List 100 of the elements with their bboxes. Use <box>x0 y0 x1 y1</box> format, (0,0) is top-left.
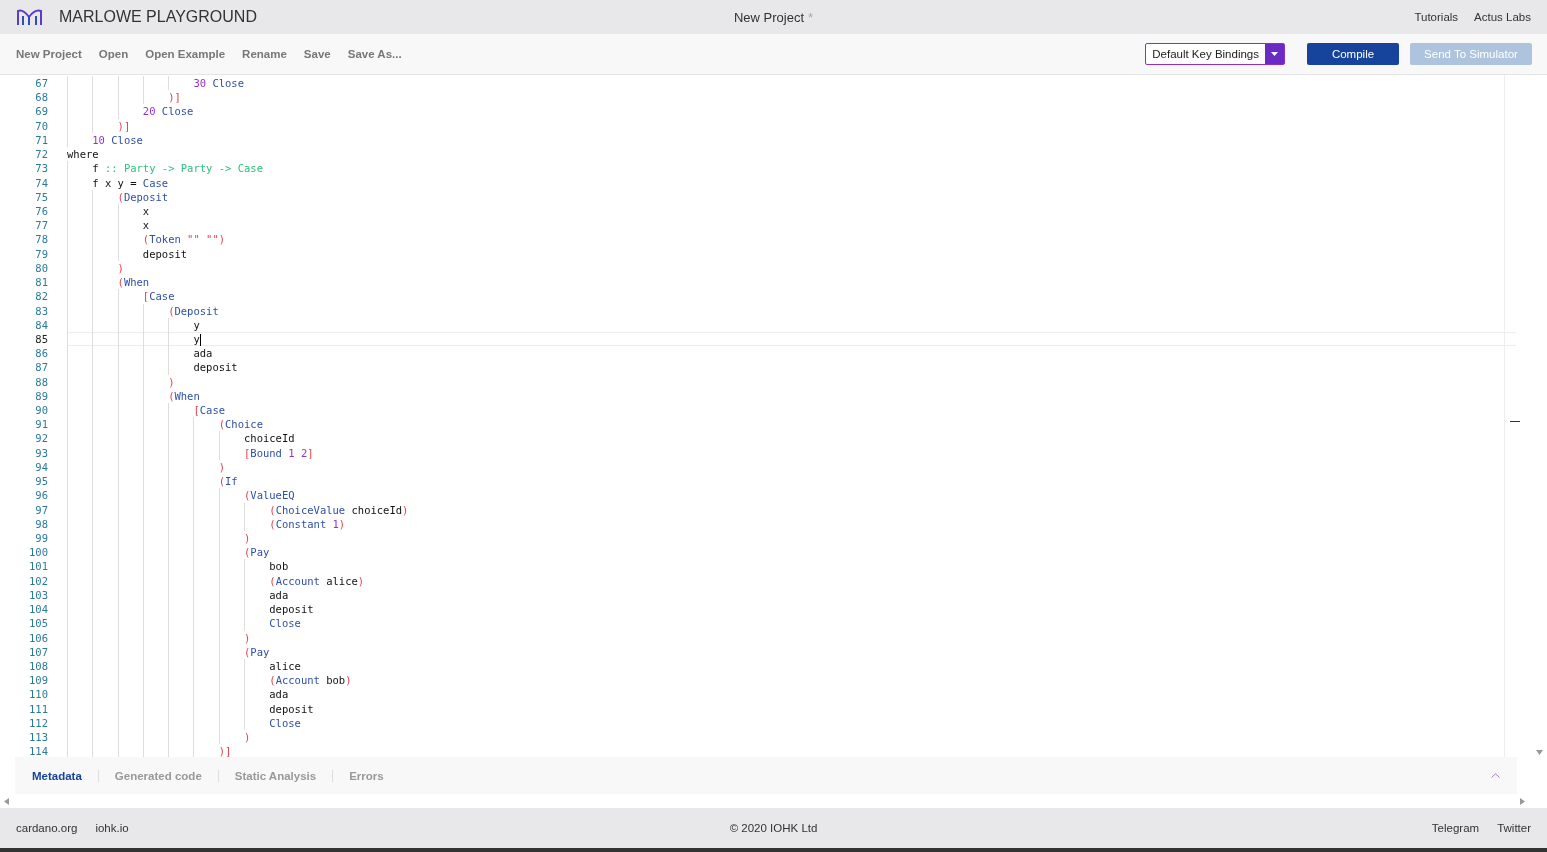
line-number: 77 <box>34 218 48 233</box>
project-title: New Project <box>733 9 804 25</box>
toolbar-action[interactable]: New Project <box>16 48 82 60</box>
code-line: alice <box>67 658 301 674</box>
code-line: ) <box>67 531 251 546</box>
line-number: 106 <box>28 630 48 645</box>
panel-tab[interactable]: Generated code <box>97 769 218 782</box>
code-line: (Pay <box>67 545 270 560</box>
code-line: 20 Close <box>67 104 194 119</box>
code-line: ) <box>67 630 251 645</box>
footer-link[interactable]: Twitter <box>1497 822 1531 834</box>
code-line: deposit <box>67 701 314 716</box>
nav-link[interactable]: Actus Labs <box>1474 11 1531 23</box>
code-line: (When <box>67 275 150 290</box>
code-line: f :: Party -> Party -> Case <box>67 161 263 176</box>
code-line: (Choice <box>67 417 263 432</box>
action-button[interactable]: Compile <box>1307 43 1399 65</box>
line-number: 97 <box>34 502 48 517</box>
panel-tab[interactable]: Static Analysis <box>217 769 333 782</box>
toolbar-action[interactable]: Open Example <box>145 48 226 60</box>
line-number: 100 <box>28 545 48 560</box>
line-number: 86 <box>34 346 48 361</box>
app-name: MARLOWE PLAYGROUND <box>59 8 257 26</box>
code-line: (Pay <box>67 644 270 659</box>
line-number: 82 <box>34 289 48 304</box>
panel-tab[interactable]: Errors <box>332 769 400 782</box>
line-number: 111 <box>28 701 48 716</box>
line-number: 80 <box>34 260 48 276</box>
code-line: (When <box>67 388 200 404</box>
line-number: 98 <box>34 516 48 531</box>
code-line: y <box>67 317 200 332</box>
chevron-up-icon[interactable] <box>1491 773 1500 778</box>
line-number: 112 <box>28 715 48 731</box>
line-number: 88 <box>34 374 48 389</box>
code-line: [Bound 1 2] <box>67 445 314 460</box>
code-line: 10 Close <box>67 132 143 148</box>
line-number: 71 <box>34 132 48 148</box>
line-number: 102 <box>28 573 48 588</box>
code-line: deposit <box>67 360 238 375</box>
line-number: 89 <box>34 388 48 404</box>
line-number: 107 <box>28 644 48 659</box>
scroll-left-icon[interactable] <box>4 797 9 805</box>
line-number: 83 <box>34 303 48 318</box>
code-line: )] <box>67 90 181 105</box>
code-line: )] <box>67 744 232 757</box>
code-line: ) <box>67 459 226 475</box>
line-number: 81 <box>34 275 48 290</box>
code-line: (Deposit <box>67 303 219 318</box>
line-number: 92 <box>34 431 48 446</box>
code-line: f x y = Case <box>67 175 169 190</box>
line-number: 74 <box>34 175 48 190</box>
line-number: 109 <box>28 673 48 688</box>
scroll-down-icon[interactable] <box>1536 750 1543 755</box>
line-number: 113 <box>28 730 48 745</box>
scroll-right-icon[interactable] <box>1520 797 1525 805</box>
code-line: )] <box>67 118 131 133</box>
panel-tab[interactable]: Metadata <box>32 769 98 782</box>
caret-icon <box>1271 52 1278 56</box>
code-line: [Case <box>67 289 175 304</box>
footer-link[interactable]: iohk.io <box>95 822 129 834</box>
toolbar-action[interactable]: Rename <box>242 48 287 60</box>
line-number: 90 <box>34 403 48 418</box>
code-line: (ValueEQ <box>67 488 295 503</box>
code-line: ada <box>67 587 289 603</box>
code-line: ) <box>67 260 124 276</box>
logo-icon <box>16 8 43 26</box>
code-line: (Deposit <box>67 189 169 204</box>
line-number: 70 <box>34 118 48 133</box>
code-line: x <box>67 218 150 233</box>
line-number: 72 <box>34 147 48 162</box>
line-number: 67 <box>34 76 48 91</box>
line-number: 94 <box>34 459 48 475</box>
unsaved-mark: * <box>808 9 814 25</box>
code-line: where <box>67 147 99 162</box>
line-number: 93 <box>34 445 48 460</box>
toolbar-action[interactable]: Open <box>98 48 129 60</box>
code-line: x <box>67 203 150 219</box>
code-line: Close <box>67 616 301 631</box>
line-number: 85 <box>34 331 48 347</box>
nav-link[interactable]: Tutorials <box>1414 11 1459 23</box>
line-number: 79 <box>34 246 48 261</box>
line-number: 96 <box>34 488 48 503</box>
line-number: 105 <box>28 616 48 631</box>
key-bindings-dropdown[interactable]: Default Key Bindings <box>1145 43 1285 65</box>
footer-link[interactable]: Telegram <box>1431 822 1480 834</box>
code-line: (Constant 1) <box>67 516 346 531</box>
toolbar-action[interactable]: Save <box>303 48 331 60</box>
line-number: 101 <box>28 559 48 574</box>
line-number: 76 <box>34 203 48 219</box>
line-number: 95 <box>34 474 48 489</box>
code-line: (If <box>67 474 238 489</box>
code-line: [Case <box>67 403 226 418</box>
code-line: (ChoiceValue choiceId) <box>67 502 409 517</box>
toolbar-action[interactable]: Save As... <box>347 48 402 60</box>
code-line: deposit <box>67 602 314 617</box>
line-number: 87 <box>34 360 48 375</box>
scroll-marker <box>1510 421 1520 422</box>
line-number: 99 <box>34 531 48 546</box>
footer-link[interactable]: cardano.org <box>16 822 78 834</box>
line-number: 91 <box>34 417 48 432</box>
